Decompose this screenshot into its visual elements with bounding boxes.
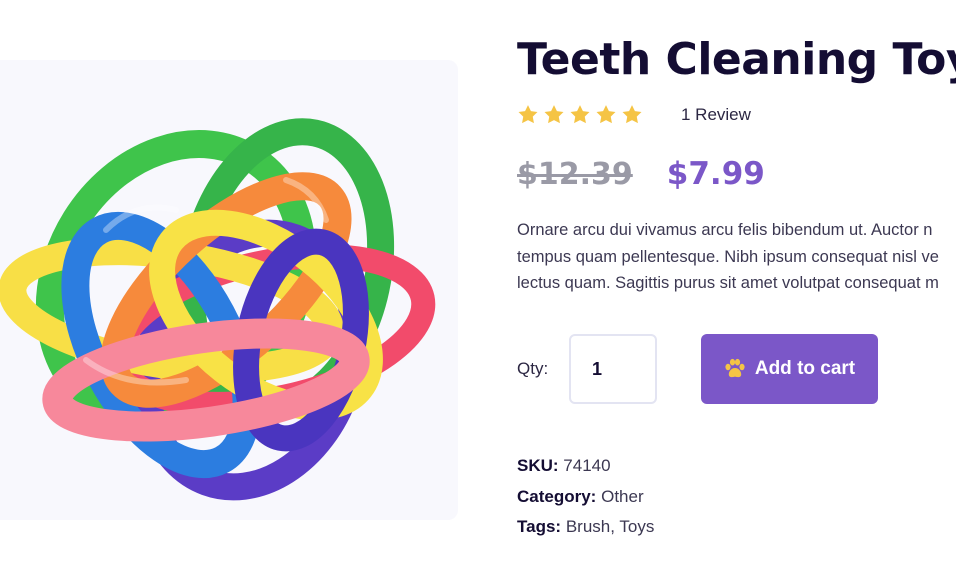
product-title: Teeth Cleaning Toy bbox=[517, 34, 956, 85]
quantity-label: Qty: bbox=[517, 359, 549, 378]
review-count-link[interactable]: 1 Review bbox=[681, 105, 751, 125]
product-page: Teeth Cleaning Toy 1 Review $12.39 $7.99… bbox=[0, 0, 956, 584]
old-price: $12.39 bbox=[517, 157, 633, 192]
description-line: tempus quam pellentesque. Nibh ipsum con… bbox=[517, 247, 939, 266]
category-row: Category: Other bbox=[517, 486, 654, 517]
add-to-cart-label: Add to cart bbox=[754, 358, 856, 379]
star-icon bbox=[517, 104, 539, 125]
quantity-input[interactable] bbox=[569, 334, 657, 404]
paw-icon bbox=[724, 358, 746, 380]
category-link[interactable]: Other bbox=[601, 487, 644, 506]
star-icon bbox=[543, 104, 565, 125]
sku-value: 74140 bbox=[563, 456, 611, 475]
description-line: lectus quam. Sagittis purus sit amet vol… bbox=[517, 274, 939, 292]
sku-label: SKU: bbox=[517, 456, 559, 475]
product-rating: 1 Review bbox=[517, 104, 751, 125]
star-icon bbox=[621, 104, 643, 125]
sale-price: $7.99 bbox=[666, 156, 765, 192]
description-line: Ornare arcu dui vivamus arcu felis biben… bbox=[517, 221, 933, 239]
product-meta: SKU: 74140 Category: Other Tags: Brush, … bbox=[517, 455, 654, 547]
star-icon bbox=[569, 104, 591, 125]
product-description: Ornare arcu dui vivamus arcu felis biben… bbox=[517, 217, 956, 297]
star-rating bbox=[517, 104, 643, 125]
tags-label: Tags: bbox=[517, 517, 562, 536]
add-to-cart-button[interactable]: Add to cart bbox=[701, 334, 878, 404]
tag-link-toys[interactable]: Toys bbox=[619, 517, 654, 536]
tags-row: Tags: Brush, Toys bbox=[517, 516, 654, 547]
tag-link-brush[interactable]: Brush bbox=[566, 517, 610, 536]
knotted-ball-toy-image bbox=[0, 118, 436, 501]
tag-separator: , bbox=[610, 517, 620, 536]
price-block: $12.39 $7.99 bbox=[517, 156, 765, 192]
category-label: Category: bbox=[517, 486, 597, 506]
star-icon bbox=[595, 104, 617, 125]
product-image[interactable] bbox=[0, 60, 458, 520]
sku-row: SKU: 74140 bbox=[517, 455, 654, 486]
